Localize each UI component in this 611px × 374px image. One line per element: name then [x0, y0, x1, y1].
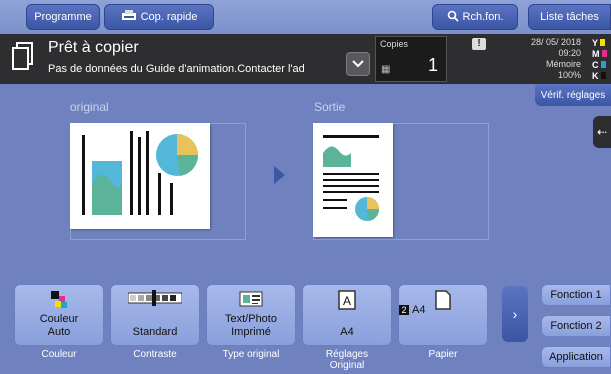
toner-c: C	[592, 60, 607, 71]
original-type-button[interactable]: Text/Photo Imprimé	[206, 284, 296, 346]
copies-display[interactable]: Copies ▦ 1	[375, 36, 447, 82]
job-list-button[interactable]: Liste tâches	[528, 4, 611, 30]
paper-value-row: 2 A4	[399, 304, 487, 317]
quick-copy-button[interactable]: Cop. rapide	[104, 4, 214, 30]
output-preview	[313, 123, 393, 237]
color-value: Couleur Auto	[39, 313, 79, 338]
svg-text:A: A	[343, 294, 351, 308]
toner-y-label: Y	[592, 38, 599, 48]
output-label: Sortie	[314, 100, 346, 114]
original-type-icon	[207, 290, 295, 308]
search-icon	[447, 10, 459, 25]
chevron-down-icon	[352, 60, 364, 68]
copies-label: Copies	[380, 39, 409, 49]
arrow-right-icon	[274, 166, 285, 184]
quick-copy-label: Cop. rapide	[140, 11, 198, 23]
color-button[interactable]: Couleur Auto	[14, 284, 104, 346]
paper-label: Papier	[428, 349, 458, 360]
toner-k-label: K	[592, 71, 599, 81]
copier-icon	[121, 9, 137, 25]
tray-2-icon: 2	[399, 305, 409, 315]
memory-value: 100%	[557, 70, 581, 80]
color-icon	[15, 290, 103, 310]
keypad-icon: ▦	[381, 64, 391, 75]
density-label: Contraste	[133, 349, 177, 360]
original-settings-label: Réglages Original	[325, 349, 369, 371]
memory-label: Mémoire	[545, 59, 581, 69]
programme-label: Programme	[34, 11, 92, 23]
search-function-button[interactable]: Rch.fon.	[432, 4, 518, 30]
check-settings-button[interactable]: Vérif. réglages	[535, 84, 611, 106]
toner-c-bar	[600, 61, 606, 68]
next-page-button[interactable]: ›	[502, 286, 528, 342]
toner-m-bar	[601, 50, 607, 57]
original-size-icon: A	[303, 290, 391, 310]
status-message: Pas de données du Guide d'animation.Cont…	[48, 63, 305, 75]
chevron-right-icon: ›	[512, 306, 518, 322]
original-page-icon	[82, 131, 199, 215]
toner-c-label: C	[592, 60, 599, 70]
toner-y-bar	[600, 39, 606, 46]
job-list-label: Liste tâches	[540, 11, 599, 23]
toner-m: M	[592, 49, 607, 60]
density-button[interactable]: Standard	[110, 284, 200, 346]
paper-value: A4	[412, 304, 426, 316]
function-2-button[interactable]: Fonction 2	[541, 315, 611, 337]
output-page-icon	[323, 135, 380, 221]
original-settings-button[interactable]: A A4	[302, 284, 392, 346]
date-text: 28/ 05/ 2018	[530, 37, 581, 47]
original-type-value: Text/Photo Imprimé	[225, 313, 277, 338]
toner-m-label: M	[592, 49, 600, 59]
date-time-memory: 28/ 05/ 2018 09:20 Mémoire 100%	[531, 37, 581, 81]
toner-levels: Y M C K	[592, 38, 607, 82]
original-preview	[70, 123, 210, 229]
color-label: Couleur	[41, 349, 77, 360]
copies-value: 1	[427, 55, 438, 75]
toner-k-bar	[600, 72, 606, 79]
original-type-label: Type original	[222, 349, 280, 360]
function-1-label: Fonction 1	[550, 289, 602, 301]
density-value: Standard	[132, 326, 178, 338]
programme-button[interactable]: Programme	[26, 4, 100, 30]
toner-k: K	[592, 71, 607, 82]
function-2-label: Fonction 2	[550, 320, 602, 332]
original-label: original	[70, 100, 109, 114]
status-title: Prêt à copier	[48, 39, 139, 56]
back-arrow-icon: ⇠	[596, 125, 608, 139]
document-icon	[12, 42, 34, 72]
expand-message-button[interactable]	[346, 52, 370, 76]
time-text: 09:20	[558, 48, 581, 58]
application-button[interactable]: Application	[541, 346, 611, 368]
search-function-label: Rch.fon.	[462, 11, 504, 23]
toner-y: Y	[592, 38, 607, 49]
warning-icon[interactable]: !	[472, 38, 486, 50]
application-label: Application	[549, 351, 603, 363]
paper-button[interactable]: 2 A4	[398, 284, 488, 346]
density-scale-icon	[111, 290, 199, 306]
original-settings-value: A4	[340, 326, 354, 338]
side-panel-tab[interactable]: ⇠	[593, 116, 611, 148]
function-1-button[interactable]: Fonction 1	[541, 284, 611, 306]
